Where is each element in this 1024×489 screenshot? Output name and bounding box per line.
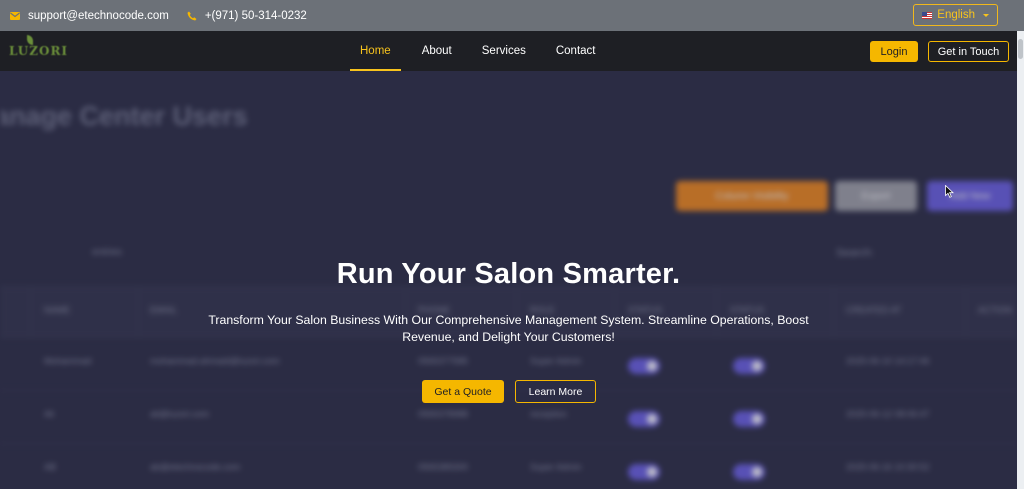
cell-created: 2025-06-16 10:30:52 — [846, 462, 930, 472]
hero-title: Run Your Salon Smarter. — [336, 258, 681, 290]
language-label: English — [937, 9, 975, 21]
add-new-button: Add New — [927, 181, 1013, 211]
cell-email: mohammad.ahmadi@luzori.com — [150, 356, 280, 366]
status-toggle — [733, 411, 765, 427]
column-header: ACTION — [978, 305, 1013, 315]
email-text: support@etechnocode.com — [28, 9, 169, 22]
export-button: Export — [835, 181, 917, 211]
status-toggle — [628, 464, 660, 480]
cell-created: 2025-06-10 14:17:46 — [846, 356, 930, 366]
nav-links: Home About Services Contact — [350, 31, 625, 71]
cell-phone: 0565378988 — [418, 409, 469, 419]
cell-name: Ali — [44, 409, 55, 419]
background-title: anage Center Users — [0, 101, 248, 131]
status-toggle — [733, 358, 765, 374]
entries-label: entries — [92, 247, 123, 258]
us-flag-icon — [922, 11, 933, 19]
column-header: EMAIL — [150, 305, 178, 315]
cell-phone: 0565377585 — [418, 356, 469, 366]
scrollbar-thumb[interactable] — [1018, 39, 1023, 59]
phone-text: +(971) 50-314-0232 — [204, 9, 307, 22]
contact-bar: support@etechnocode.com +(971) 50-314-02… — [0, 0, 1024, 31]
scrollbar[interactable] — [1017, 31, 1024, 489]
column-header: NAME — [44, 305, 71, 315]
status-toggle — [628, 358, 660, 374]
column-visibility-button: Column Visibility — [676, 181, 828, 211]
login-button[interactable]: Login — [870, 41, 918, 62]
navbar: LUZORI Home About Services Contact Login… — [0, 31, 1017, 71]
cell-role: Super Admin — [530, 462, 582, 472]
table-row: Ali ali@luzori.com 0565378988 reception … — [0, 391, 1017, 444]
mouse-cursor-icon — [945, 184, 954, 203]
table-row: AB ab@etechnocode.com 0565389300 Super A… — [0, 444, 1017, 489]
chevron-down-icon — [983, 13, 989, 17]
logo[interactable]: LUZORI — [9, 35, 69, 58]
cell-name: AB — [44, 462, 57, 472]
cell-phone: 0565389300 — [418, 462, 469, 472]
get-quote-button[interactable]: Get a Quote — [422, 380, 504, 403]
mail-icon — [10, 11, 20, 20]
cell-name: Mohammad — [44, 356, 92, 366]
cell-email: ali@luzori.com — [150, 409, 210, 419]
phone-icon — [187, 11, 197, 21]
status-toggle — [733, 464, 765, 480]
nav-home[interactable]: Home — [350, 45, 401, 71]
nav-contact[interactable]: Contact — [555, 45, 597, 57]
logo-text: LUZORI — [9, 44, 69, 58]
learn-more-button[interactable]: Learn More — [515, 380, 596, 403]
language-selector[interactable]: English — [913, 4, 998, 26]
cell-created: 2025-06-12 08:06:47 — [846, 409, 930, 419]
cell-email: ab@etechnocode.com — [150, 462, 241, 472]
nav-about[interactable]: About — [421, 45, 453, 57]
nav-services[interactable]: Services — [481, 45, 527, 57]
contact-email[interactable]: support@etechnocode.com — [10, 10, 169, 22]
cell-role: Super Admin — [530, 356, 582, 366]
get-in-touch-button[interactable]: Get in Touch — [928, 41, 1009, 62]
contact-phone[interactable]: +(971) 50-314-0232 — [187, 10, 307, 22]
hero-subtitle: Transform Your Salon Business With Our C… — [208, 313, 809, 344]
column-header: CREATED AT — [846, 305, 902, 315]
cell-role: reception — [530, 409, 568, 419]
status-toggle — [628, 411, 660, 427]
